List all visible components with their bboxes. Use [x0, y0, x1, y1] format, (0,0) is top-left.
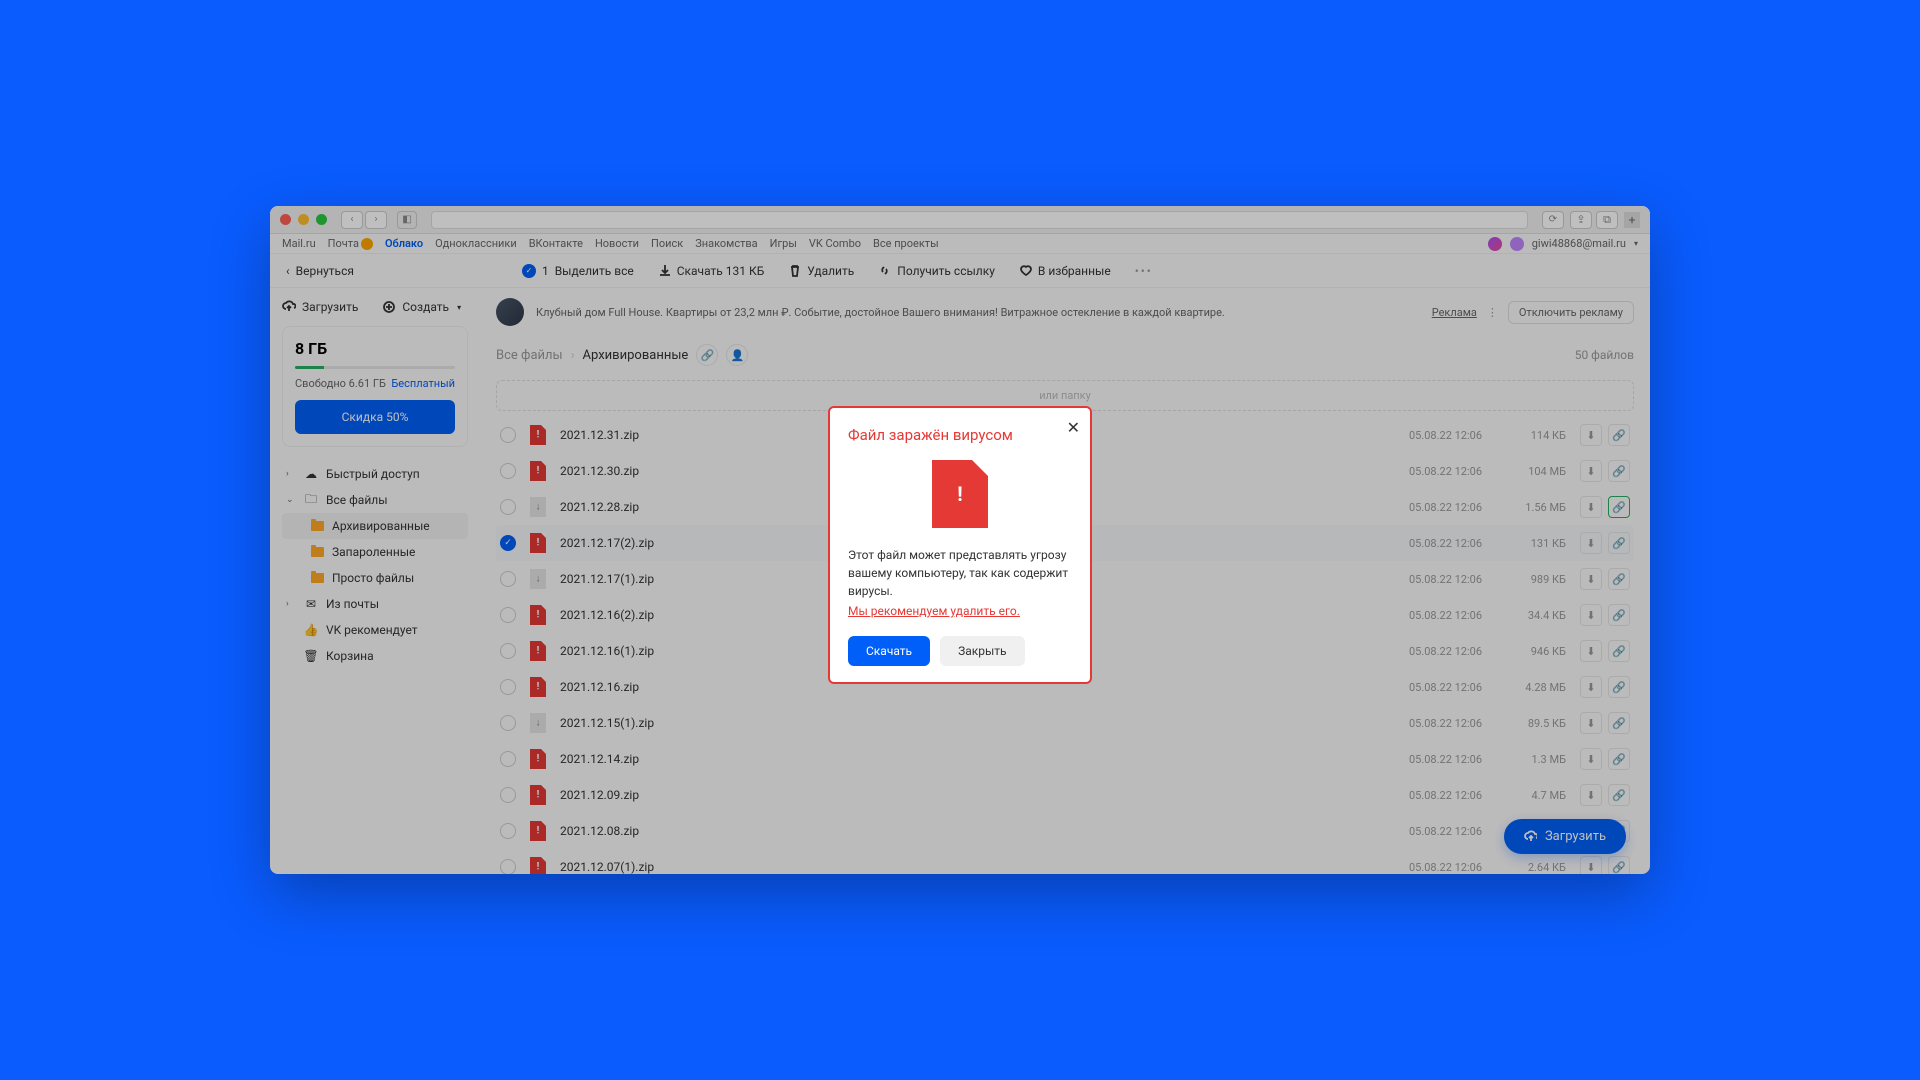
modal-download-button[interactable]: Скачать: [848, 636, 930, 666]
app-window: ‹ › ◧ ⟳ ⇪ ⧉ + Mail.ru Почта Облако Однок…: [270, 206, 1650, 874]
modal-icon-container: !: [848, 460, 1072, 528]
modal-title: Файл заражён вирусом: [848, 426, 1072, 444]
modal-close-button[interactable]: ✕: [1067, 418, 1080, 437]
modal-text: Этот файл может представлять угрозу ваше…: [848, 546, 1072, 600]
modal-delete-link[interactable]: Мы рекомендуем удалить его.: [848, 604, 1072, 618]
virus-warning-modal: ✕ Файл заражён вирусом ! Этот файл может…: [828, 406, 1092, 684]
modal-close-action-button[interactable]: Закрыть: [940, 636, 1024, 666]
modal-overlay[interactable]: ✕ Файл заражён вирусом ! Этот файл может…: [270, 206, 1650, 874]
infected-file-icon: !: [932, 460, 988, 528]
